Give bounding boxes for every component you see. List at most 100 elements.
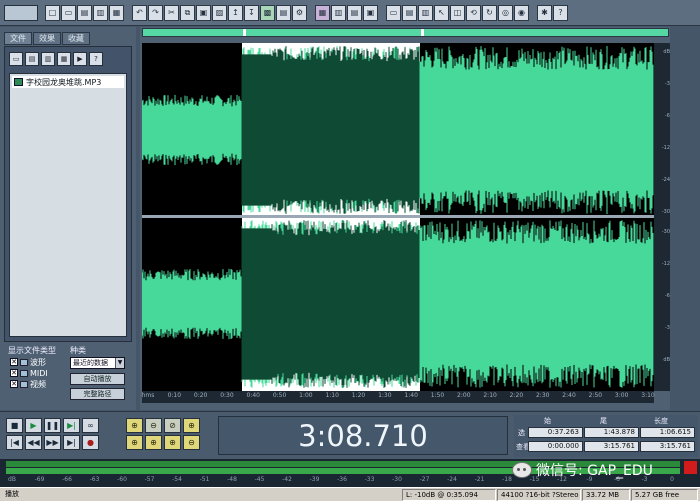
tab-files[interactable]: 文件 xyxy=(4,32,32,45)
selection-start-marker[interactable] xyxy=(243,29,246,36)
selection-length-field[interactable]: 1:06.615 xyxy=(640,427,695,438)
time-tick-label: 1:30 xyxy=(378,392,392,399)
zoom-selection-icon[interactable]: ⊕ xyxy=(164,435,181,450)
silence-icon[interactable]: ↧ xyxy=(244,4,259,21)
meter-icon[interactable]: ▥ xyxy=(418,4,433,21)
autoplay-button[interactable]: 自动播放 xyxy=(70,373,125,385)
undo-icon[interactable]: ↶ xyxy=(132,4,147,21)
zoom-in-vertical-icon[interactable]: ⊕ xyxy=(183,418,200,433)
redo-icon[interactable]: ↷ xyxy=(148,4,163,21)
checkbox-icon[interactable]: ✕ xyxy=(10,380,18,388)
zoom-full-icon[interactable]: ⊘ xyxy=(164,418,181,433)
new-file-icon[interactable]: □ xyxy=(45,4,60,21)
checkbox-icon[interactable]: ✕ xyxy=(10,358,18,366)
open-file-icon[interactable]: ▭ xyxy=(9,52,23,66)
loop-icon[interactable]: ⟲ xyxy=(466,4,481,21)
status-size: 33.72 MB xyxy=(582,489,630,501)
meter-tick-label: -30 xyxy=(392,476,402,483)
meter-tick-label: -33 xyxy=(364,476,375,483)
split-icon[interactable]: ▤ xyxy=(347,4,362,21)
chevron-down-icon[interactable]: ▼ xyxy=(115,358,124,368)
file-list[interactable]: 字校园龙奥堆跳.MP3 xyxy=(9,73,127,337)
file-panel: 文件 效果 收藏 ▭ ▤ ▥ ▦ ▶ ? 字校园龙奥堆跳.MP3 显示文件类型 … xyxy=(0,27,136,410)
zoom-out-vertical-icon[interactable]: ⊖ xyxy=(183,435,200,450)
selection-end-field[interactable]: 1:43.878 xyxy=(584,427,639,438)
close-file-icon[interactable]: ▤ xyxy=(25,52,39,66)
paste-icon[interactable]: ▣ xyxy=(196,4,211,21)
zoom-controls: ⊕ ⊖ ⊘ ⊕ ⊕ ⊕ ⊕ ⊖ xyxy=(126,418,200,450)
checkbox-icon[interactable]: ✕ xyxy=(10,369,18,377)
grid-icon[interactable]: ▦ xyxy=(315,4,330,21)
view-end-field[interactable]: 3:15.761 xyxy=(584,441,639,452)
play-icon[interactable]: ▶ xyxy=(25,418,42,433)
record-icon[interactable]: ● xyxy=(82,435,99,450)
go-to-start-icon[interactable]: |◀ xyxy=(6,435,23,450)
autoplay-icon[interactable]: ▶ xyxy=(73,52,87,66)
view-start-field[interactable]: 0:00.000 xyxy=(528,441,583,452)
checkbox-wave[interactable]: ✕ 波形 xyxy=(10,357,66,367)
cd-icon[interactable]: ◎ xyxy=(498,4,513,21)
pause-icon[interactable]: ❚❚ xyxy=(44,418,61,433)
mark-icon[interactable]: ◫ xyxy=(450,4,465,21)
save-file-icon[interactable]: ▤ xyxy=(77,4,92,21)
open-file-icon[interactable]: ▭ xyxy=(61,4,76,21)
waveform-display[interactable] xyxy=(142,43,654,391)
view-length-field[interactable]: 3:15.761 xyxy=(640,441,695,452)
selection-start-field[interactable]: 0:37.263 xyxy=(528,427,583,438)
settings-icon[interactable]: ⚙ xyxy=(292,4,307,21)
rewind-icon[interactable]: ◀◀ xyxy=(25,435,42,450)
panel-tabs: 文件 效果 收藏 xyxy=(4,32,90,45)
record-mode-icon[interactable]: ◉ xyxy=(514,4,529,21)
checkbox-midi[interactable]: ✕ MIDI xyxy=(10,368,66,378)
checkbox-video[interactable]: ✕ 视频 xyxy=(10,379,66,389)
video-file-icon xyxy=(20,380,28,388)
insert-icon[interactable]: ▦ xyxy=(57,52,71,66)
stop-icon[interactable]: ■ xyxy=(6,418,23,433)
fast-forward-icon[interactable]: ▶▶ xyxy=(44,435,61,450)
tab-favorites[interactable]: 收藏 xyxy=(62,32,90,45)
wave-file-icon xyxy=(20,358,28,366)
db-tick-label: -3 xyxy=(665,81,670,87)
list-item[interactable]: 字校园龙奥堆跳.MP3 xyxy=(12,76,124,88)
time-tick-label: 1:10 xyxy=(325,392,339,399)
clip-indicator[interactable] xyxy=(684,461,697,474)
overview-view-range xyxy=(143,29,668,36)
zoom-out-icon[interactable]: ⊖ xyxy=(145,418,162,433)
full-path-button[interactable]: 完整路径 xyxy=(70,388,125,400)
frame-icon[interactable]: ▭ xyxy=(386,4,401,21)
time-tick-label: 2:50 xyxy=(588,392,603,399)
mix-paste-icon[interactable]: ▨ xyxy=(212,4,227,21)
cursor-icon[interactable]: ↖ xyxy=(434,4,449,21)
help-icon[interactable]: ? xyxy=(553,4,568,21)
watermark: 微信号: GAP_EDU xyxy=(512,460,653,480)
tools-icon[interactable]: ✱ xyxy=(537,4,552,21)
status-state: 播放 xyxy=(5,490,19,498)
play-to-end-icon[interactable]: ▶| xyxy=(63,418,80,433)
bars-icon[interactable]: ▥ xyxy=(331,4,346,21)
time-ruler[interactable]: hms 0:10 0:20 0:30 0:40 0:50 1:00 1:10 1:20 1:30 1… xyxy=(142,391,655,403)
zoom-left-icon[interactable]: ⊕ xyxy=(126,435,143,450)
selection-end-marker[interactable] xyxy=(421,29,424,36)
import-icon[interactable]: ▥ xyxy=(41,52,55,66)
export-icon[interactable]: ▦ xyxy=(109,4,124,21)
close-file-icon[interactable]: ▥ xyxy=(93,4,108,21)
sort-select[interactable]: 最近的数据 ▼ xyxy=(70,357,125,369)
meter-tick-label: -63 xyxy=(89,476,100,483)
copy-icon[interactable]: ⧉ xyxy=(180,4,195,21)
tab-effects[interactable]: 效果 xyxy=(33,32,61,45)
go-to-end-icon[interactable]: ▶| xyxy=(63,435,80,450)
select-all-icon[interactable]: ▩ xyxy=(260,4,275,21)
repeat-icon[interactable]: ↻ xyxy=(482,4,497,21)
panel-icon[interactable]: ▤ xyxy=(402,4,417,21)
zoom-right-icon[interactable]: ⊕ xyxy=(145,435,162,450)
help-icon[interactable]: ? xyxy=(89,52,103,66)
loop-icon[interactable]: ∞ xyxy=(82,418,99,433)
spectrum-icon[interactable]: ▤ xyxy=(276,4,291,21)
zoom-in-icon[interactable]: ⊕ xyxy=(126,418,143,433)
sort-label: 种类 xyxy=(70,346,86,355)
normal-view-icon[interactable]: ▣ xyxy=(363,4,378,21)
meter-tick-label: -21 xyxy=(474,476,485,483)
trim-icon[interactable]: ↥ xyxy=(228,4,243,21)
overview-bar[interactable] xyxy=(142,28,669,37)
cut-icon[interactable]: ✂ xyxy=(164,4,179,21)
